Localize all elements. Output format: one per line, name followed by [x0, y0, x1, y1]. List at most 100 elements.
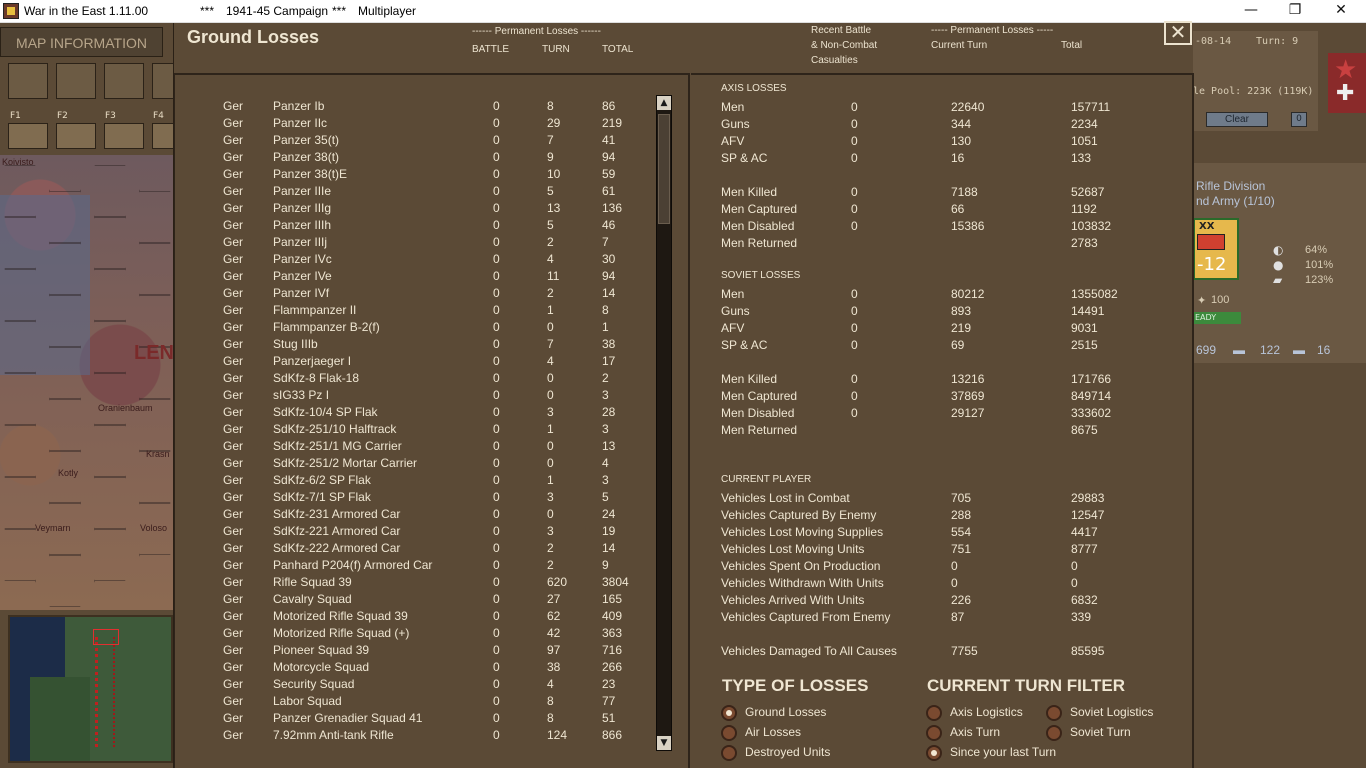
total-cell: 2 [602, 371, 609, 385]
table-row[interactable]: Ger Security Squad 0 4 23 [175, 677, 655, 694]
table-row[interactable]: Ger SdKfz-7/1 SP Flak 0 3 5 [175, 490, 655, 507]
table-row[interactable]: Ger Panzer Ib 0 8 86 [175, 99, 655, 116]
table-row[interactable]: Ger Flammpanzer B-2(f) 0 0 1 [175, 320, 655, 337]
unit-army: nd Army (1/10) [1196, 194, 1275, 208]
clear-button[interactable]: Clear [1206, 112, 1268, 127]
table-row[interactable]: Ger Panzer IVf 0 2 14 [175, 286, 655, 303]
scroll-up-icon[interactable]: ▲ [657, 96, 671, 110]
gun-icon: ▬ [1233, 343, 1245, 357]
total-cell: 17 [602, 354, 616, 368]
table-row[interactable]: Ger Flammpanzer II 0 1 8 [175, 303, 655, 320]
restore-icon[interactable]: ❐ [1272, 0, 1318, 22]
ship-icon[interactable] [104, 123, 144, 149]
close-icon[interactable]: ✕ [1164, 21, 1192, 45]
table-row[interactable]: Ger Motorized Rifle Squad 39 0 62 409 [175, 609, 655, 626]
supply-arrow-icon[interactable] [8, 123, 48, 149]
table-row[interactable]: Ger SdKfz-251/10 Halftrack 0 1 3 [175, 422, 655, 439]
table-row[interactable]: Ger Panzer IIIj 0 2 7 [175, 235, 655, 252]
scroll-thumb[interactable] [658, 114, 670, 224]
total-cell: 7 [602, 235, 609, 249]
table-row[interactable]: Ger SdKfz-6/2 SP Flak 0 1 3 [175, 473, 655, 490]
nation-cell: Ger [223, 626, 244, 640]
minimize-icon[interactable]: — [1228, 0, 1274, 22]
battle-cell: 0 [493, 235, 500, 249]
battle-cell: 0 [493, 99, 500, 113]
small-toggle-box[interactable]: 0 [1291, 112, 1307, 127]
radio-button-icon[interactable] [926, 705, 942, 721]
turn-cell: 3 [547, 524, 554, 538]
table-row[interactable]: Ger Panzer 35(t) 0 7 41 [175, 133, 655, 150]
table-row[interactable]: Ger Panzer IVc 0 4 30 [175, 252, 655, 269]
table-row[interactable]: Ger SdKfz-231 Armored Car 0 0 24 [175, 507, 655, 524]
table-row[interactable]: Ger Panzerjaeger I 0 4 17 [175, 354, 655, 371]
rail-icon[interactable] [56, 123, 96, 149]
gear-icon[interactable] [104, 63, 144, 99]
table-row[interactable]: Ger SdKfz-221 Armored Car 0 3 19 [175, 524, 655, 541]
table-row[interactable]: Ger SdKfz-222 Armored Car 0 2 14 [175, 541, 655, 558]
table-row[interactable]: Ger SdKfz-8 Flak-18 0 0 2 [175, 371, 655, 388]
table-row[interactable]: Ger Panzer IIIe 0 5 61 [175, 184, 655, 201]
table-row[interactable]: Ger Panzer 38(t) 0 9 94 [175, 150, 655, 167]
table-row[interactable]: Ger Panzer IIIh 0 5 46 [175, 218, 655, 235]
stat-total: 2234 [1071, 117, 1098, 131]
total-cell: 363 [602, 626, 623, 640]
equipment-name-cell: SdKfz-251/1 MG Carrier [273, 439, 402, 453]
table-row[interactable]: Ger Panzer IIc 0 29 219 [175, 116, 655, 133]
nation-cell: Ger [223, 150, 244, 164]
radio-since-your-last-turn[interactable]: Since your last Turn [926, 744, 1096, 762]
battle-cell: 0 [493, 133, 500, 147]
battle-cell: 0 [493, 150, 500, 164]
map-information-tab[interactable]: MAP INFORMATION [0, 27, 163, 57]
table-row[interactable]: Ger SdKfz-251/2 Mortar Carrier 0 0 4 [175, 456, 655, 473]
battle-cell: 0 [493, 507, 500, 521]
radio-button-icon[interactable] [1046, 725, 1062, 741]
table-row[interactable]: Ger Panhard P204(f) Armored Car 0 2 9 [175, 558, 655, 575]
equipment-name-cell: Panzer Grenadier Squad 41 [273, 711, 423, 725]
radio-button-icon[interactable] [926, 745, 942, 761]
stat-total: 849714 [1071, 389, 1112, 403]
battle-cell: 0 [493, 660, 500, 674]
table-row[interactable]: Ger 7.92mm Anti-tank Rifle 0 124 866 [175, 728, 655, 745]
radio-button-icon[interactable] [721, 705, 737, 721]
radio-button-icon[interactable] [1046, 705, 1062, 721]
hex-map[interactable]: Koivisto LEN Oranienbaum Krasn Kotly Vey… [0, 155, 178, 610]
table-row[interactable]: Ger Rifle Squad 39 0 620 3804 [175, 575, 655, 592]
minimap-viewport[interactable] [93, 629, 119, 645]
window-close-icon[interactable]: ✕ [1318, 0, 1364, 22]
stat-row: Guns 0 344 2234 [691, 117, 1191, 134]
table-row[interactable]: Ger Motorcycle Squad 0 38 266 [175, 660, 655, 677]
equipment-name-cell: Panzer IIIg [273, 201, 332, 215]
losses-scrollbar[interactable]: ▲ ▼ [656, 95, 672, 751]
radio-destroyed-units[interactable]: Destroyed Units [721, 744, 891, 762]
table-row[interactable]: Ger Pioneer Squad 39 0 97 716 [175, 643, 655, 660]
scroll-down-icon[interactable]: ▼ [657, 736, 671, 750]
nation-cell: Ger [223, 337, 244, 351]
table-row[interactable]: Ger Motorized Rifle Squad (+) 0 42 363 [175, 626, 655, 643]
radio-soviet-turn[interactable]: Soviet Turn [1046, 724, 1216, 742]
radio-ground-losses[interactable]: Ground Losses [721, 704, 891, 722]
radio-button-icon[interactable] [721, 745, 737, 761]
stat-row: Vehicles Withdrawn With Units 0 0 [691, 576, 1191, 593]
table-row[interactable]: Ger Panzer 38(t)E 0 10 59 [175, 167, 655, 184]
table-row[interactable]: Ger sIG33 Pz I 0 0 3 [175, 388, 655, 405]
radio-label: Axis Turn [950, 725, 1001, 739]
radio-button-icon[interactable] [926, 725, 942, 741]
table-row[interactable]: Ger Panzer Grenadier Squad 41 0 8 51 [175, 711, 655, 728]
radio-soviet-logistics[interactable]: Soviet Logistics [1046, 704, 1216, 722]
table-row[interactable]: Ger SdKfz-10/4 SP Flak 0 3 28 [175, 405, 655, 422]
table-row[interactable]: Ger Stug IIIb 0 7 38 [175, 337, 655, 354]
battle-cell: 0 [493, 728, 500, 742]
turn-cell: 620 [547, 575, 568, 589]
minimap[interactable] [8, 615, 173, 763]
table-row[interactable]: Ger Panzer IIIg 0 13 136 [175, 201, 655, 218]
table-row[interactable]: Ger Labor Squad 0 8 77 [175, 694, 655, 711]
unit-counter[interactable]: XX -12 [1193, 218, 1239, 280]
radio-button-icon[interactable] [721, 725, 737, 741]
table-row[interactable]: Ger SdKfz-251/1 MG Carrier 0 0 13 [175, 439, 655, 456]
stat-recent: 0 [851, 219, 858, 233]
unit-tools-icon[interactable] [56, 63, 96, 99]
tank-icon[interactable] [8, 63, 48, 99]
table-row[interactable]: Ger Panzer IVe 0 11 94 [175, 269, 655, 286]
table-row[interactable]: Ger Cavalry Squad 0 27 165 [175, 592, 655, 609]
radio-air-losses[interactable]: Air Losses [721, 724, 891, 742]
